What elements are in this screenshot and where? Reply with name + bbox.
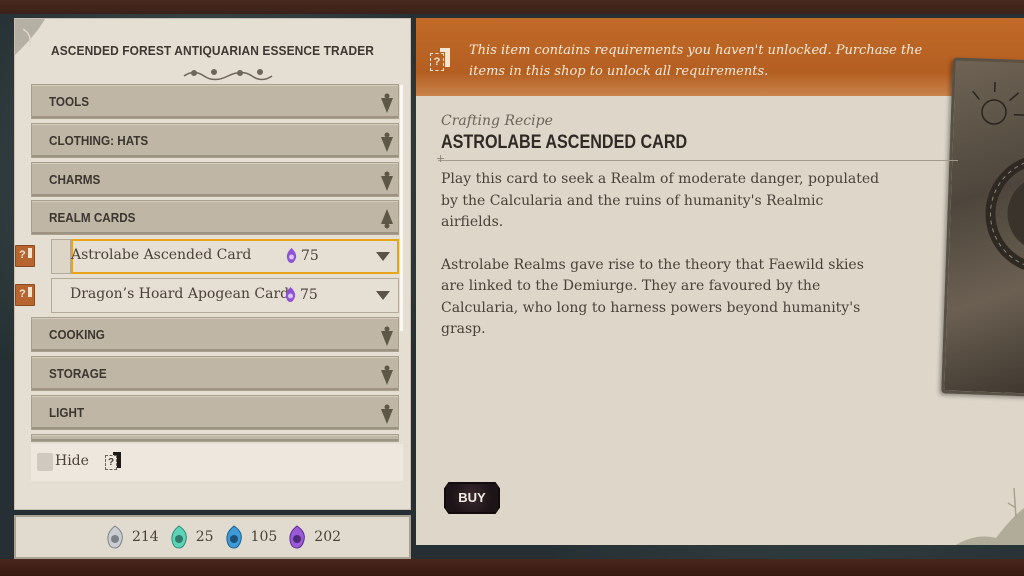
item-cost: 75 bbox=[284, 286, 318, 303]
category-label: CLOTHING: HATS bbox=[49, 132, 149, 148]
category-label: TOOLS bbox=[49, 94, 90, 109]
purple-essence-icon bbox=[289, 525, 306, 549]
chevron-down-icon bbox=[381, 326, 393, 347]
category-cooking[interactable]: COOKING bbox=[31, 317, 399, 353]
chevron-down-icon bbox=[381, 93, 393, 113]
category-partial[interactable] bbox=[31, 433, 399, 442]
shop-item-dragons-hoard-apogean-card[interactable]: Dragon’s Hoard Apogean Card 75 bbox=[51, 278, 399, 314]
title-divider bbox=[436, 152, 958, 165]
chevron-down-icon bbox=[381, 365, 393, 385]
category-clothing-hats[interactable]: CLOTHING: HATS bbox=[31, 122, 399, 158]
hide-label: Hide bbox=[55, 453, 89, 469]
astrolabe-illustration-icon bbox=[972, 81, 1024, 274]
item-cost: 75 bbox=[285, 247, 319, 264]
item-detail-panel: ? This item contains requirements you ha… bbox=[416, 18, 1024, 545]
warning-text: This item contains requirements you have… bbox=[469, 43, 923, 79]
chevron-up-icon bbox=[381, 209, 393, 229]
category-label: LIGHT bbox=[49, 404, 85, 420]
locked-requirements-banner: ? This item contains requirements you ha… bbox=[416, 18, 1024, 96]
description-paragraph: Play this card to seek a Realm of modera… bbox=[441, 171, 880, 230]
locked-requirement-icon: ? bbox=[15, 245, 35, 268]
foliage-decoration-icon bbox=[956, 487, 1024, 545]
chevron-down-icon bbox=[381, 404, 393, 424]
buy-button[interactable]: BUY bbox=[444, 482, 500, 514]
item-indent bbox=[51, 239, 71, 275]
locked-requirement-icon: ? bbox=[105, 452, 121, 472]
category-label: REALM CARDS bbox=[49, 210, 136, 226]
category-storage[interactable]: STORAGE bbox=[31, 355, 399, 391]
chevron-down-icon bbox=[381, 132, 393, 152]
item-name: Dragon’s Hoard Apogean Card bbox=[70, 286, 290, 303]
chevron-down-icon bbox=[381, 171, 393, 191]
purple-essence-icon bbox=[285, 287, 296, 303]
white-essence-icon bbox=[107, 525, 123, 549]
item-description: Play this card to seek a Realm of modera… bbox=[441, 169, 881, 341]
currency-bar: 214 25 105 202 bbox=[14, 515, 411, 559]
category-label: STORAGE bbox=[49, 365, 107, 381]
category-light[interactable]: LIGHT bbox=[31, 394, 399, 430]
list-scrollbar[interactable] bbox=[400, 85, 403, 331]
category-label: CHARMS bbox=[49, 171, 101, 187]
shop-list-panel: ASCENDED FOREST ANTIQUARIAN ESSENCE TRAD… bbox=[14, 18, 411, 510]
currency-blue-essence: 105 bbox=[223, 524, 277, 550]
blue-essence-icon bbox=[225, 525, 242, 549]
ornament-divider-icon bbox=[183, 69, 273, 81]
recipe-type: Crafting Recipe bbox=[441, 113, 553, 129]
hide-locked-filter[interactable]: Hide ? bbox=[31, 444, 403, 481]
item-name: Astrolabe Ascended Card bbox=[71, 247, 252, 264]
card-artwork bbox=[941, 57, 1024, 397]
expand-arrow-icon[interactable] bbox=[376, 252, 390, 262]
currency-purple-essence: 202 bbox=[286, 524, 341, 550]
currency-teal-essence: 25 bbox=[168, 524, 214, 550]
shop-title: ASCENDED FOREST ANTIQUARIAN ESSENCE TRAD… bbox=[50, 43, 375, 58]
list-item[interactable]: ? Astrolabe Ascended Card 75 bbox=[15, 239, 399, 275]
category-list: TOOLS CLOTHING: HATS CHARMS REALM CARDS … bbox=[15, 84, 399, 445]
description-paragraph: Astrolabe Realms gave rise to the theory… bbox=[441, 256, 864, 338]
category-label: COOKING bbox=[49, 327, 105, 343]
locked-requirement-icon: ? bbox=[15, 284, 35, 307]
hide-checkbox[interactable] bbox=[37, 453, 53, 471]
purple-essence-icon bbox=[286, 248, 297, 264]
list-item[interactable]: ? Dragon’s Hoard Apogean Card 75 bbox=[15, 278, 399, 314]
locked-requirement-icon: ? bbox=[430, 48, 450, 74]
frame-bottom bbox=[0, 559, 1024, 576]
currency-white-essence: 214 bbox=[104, 524, 159, 550]
expand-arrow-icon[interactable] bbox=[376, 291, 390, 301]
shop-item-astrolabe-ascended-card[interactable]: Astrolabe Ascended Card 75 bbox=[71, 239, 399, 275]
item-title: ASTROLABE ASCENDED CARD bbox=[441, 132, 688, 153]
teal-essence-icon bbox=[171, 525, 187, 549]
category-tools[interactable]: TOOLS bbox=[31, 84, 399, 119]
category-realm-cards[interactable]: REALM CARDS bbox=[31, 200, 399, 236]
frame-top bbox=[0, 0, 1024, 14]
category-charms[interactable]: CHARMS bbox=[31, 161, 399, 197]
